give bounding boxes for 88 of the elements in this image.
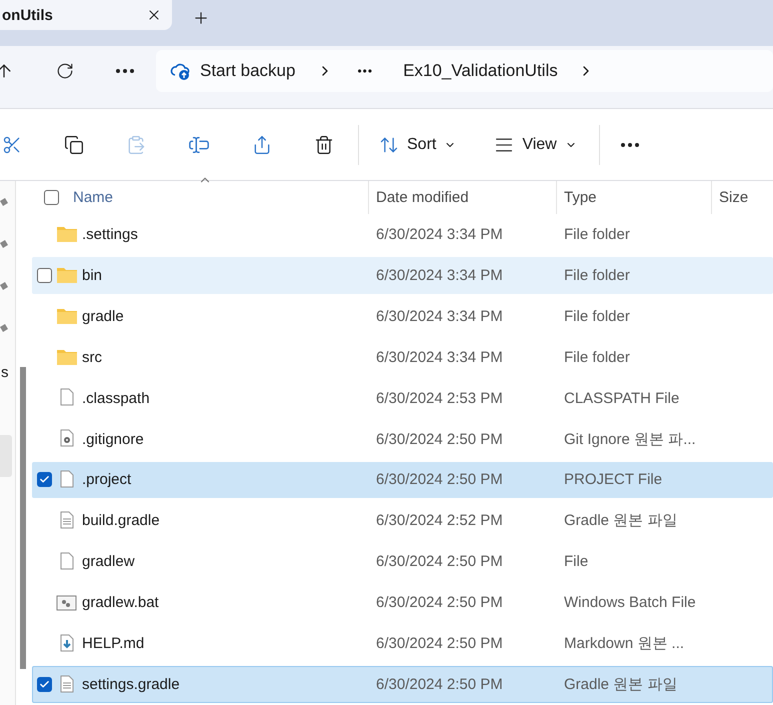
file-row[interactable]: .settings 6/30/2024 3:34 PM File folder <box>32 216 773 253</box>
type-cell-text: CLASSPATH File <box>563 390 680 407</box>
file-name: .gitignore <box>82 430 144 448</box>
file-row[interactable]: .gitignore 6/30/2024 2:50 PM Git Ignore 원본 파... <box>32 420 773 458</box>
sort-button[interactable]: Sort <box>379 134 456 154</box>
file-row[interactable]: gradle 6/30/2024 3:34 PM File folder <box>32 298 773 335</box>
address-bar[interactable]: Start backup ••• Ex10_ValidationUtils <box>156 50 773 92</box>
file-row[interactable]: .project 6/30/2024 2:50 PM PROJECT File <box>32 462 773 498</box>
date-cell-text: 6/30/2024 2:53 PM <box>375 390 504 407</box>
refresh-icon <box>56 62 74 80</box>
row-checkbox[interactable] <box>37 268 52 283</box>
file-name: gradlew.bat <box>82 594 159 612</box>
breadcrumb[interactable]: Start backup <box>200 61 296 81</box>
check-icon <box>39 679 50 690</box>
row-checkbox[interactable] <box>37 677 52 692</box>
file-name: .project <box>82 471 132 488</box>
breadcrumb[interactable]: Ex10_ValidationUtils <box>403 61 558 81</box>
file-row[interactable]: gradlew 6/30/2024 2:50 PM File <box>32 543 773 580</box>
date-cell-text: 6/30/2024 2:50 PM <box>375 635 504 652</box>
folder-icon <box>56 307 78 326</box>
refresh-button[interactable] <box>56 62 74 80</box>
file-name: settings.gradle <box>82 676 180 694</box>
select-all-checkbox[interactable] <box>44 190 59 205</box>
column-header[interactable]: Type <box>564 188 597 206</box>
type-cell-text: File <box>563 553 590 570</box>
browser-tab[interactable]: onUtils <box>0 0 172 30</box>
file-name: .settings <box>82 226 138 243</box>
file-name: .classpath <box>82 390 150 407</box>
type-cell-text: File folder <box>563 226 631 243</box>
file-row[interactable]: build.gradle 6/30/2024 2:52 PM Gradle 원본 파일 <box>32 502 773 540</box>
breadcrumb-ellipsis[interactable]: ••• <box>357 64 374 78</box>
file-name: gradle <box>82 308 124 325</box>
folder-icon <box>56 348 78 366</box>
date-cell-text: 6/30/2024 3:34 PM <box>375 308 504 325</box>
file-row[interactable]: HELP.md 6/30/2024 2:50 PM Markdown 원본 ... <box>32 625 773 662</box>
file-name: src <box>82 348 102 366</box>
column-header[interactable]: Date modified <box>376 188 469 206</box>
file-row[interactable]: settings.gradle 6/30/2024 2:50 PM Gradle 원본 파일 <box>32 666 773 704</box>
file-name: build.gradle <box>82 512 160 530</box>
share-button[interactable] <box>252 134 272 154</box>
nav-label[interactable]: s <box>1 364 8 380</box>
type-cell-text: PROJECT File <box>563 471 664 488</box>
more-button[interactable] <box>620 142 640 146</box>
sort-arrows-icon <box>379 134 399 154</box>
more-icon <box>620 142 640 146</box>
delete-button[interactable] <box>314 134 334 154</box>
file-row[interactable]: src 6/30/2024 3:34 PM File folder <box>32 338 773 376</box>
check-icon <box>39 474 50 486</box>
folder-icon <box>56 266 78 284</box>
view-button[interactable]: View <box>494 134 577 154</box>
scissors-icon <box>2 134 22 154</box>
gears-window-icon <box>56 592 78 613</box>
copy-icon <box>64 134 84 154</box>
trash-icon <box>314 134 334 154</box>
date-cell-text: 6/30/2024 3:34 PM <box>375 266 504 284</box>
type-cell-text: Git Ignore 원본 파... <box>563 430 697 449</box>
column-header[interactable]: Name <box>73 188 114 206</box>
date-cell-text: 6/30/2024 2:50 PM <box>375 553 504 570</box>
file-row[interactable]: bin 6/30/2024 3:34 PM File folder <box>32 256 773 294</box>
date-cell-text: 6/30/2024 2:50 PM <box>375 676 504 694</box>
date-cell-text: 6/30/2024 3:34 PM <box>375 226 504 243</box>
cloud-upload-icon <box>170 61 192 81</box>
type-cell-text: File folder <box>563 266 631 284</box>
file-row[interactable]: .classpath 6/30/2024 2:53 PM CLASSPATH File <box>32 380 773 417</box>
file-name: bin <box>82 266 102 284</box>
date-cell-text: 6/30/2024 2:50 PM <box>375 594 504 612</box>
type-cell-text: Gradle 원본 파일 <box>563 675 678 694</box>
date-cell-text: 6/30/2024 2:50 PM <box>375 430 504 448</box>
clipboard-icon <box>126 134 146 154</box>
type-cell-text: Gradle 원본 파일 <box>563 511 678 530</box>
folder-icon <box>56 225 78 244</box>
type-cell-text: Markdown 원본 ... <box>563 634 686 654</box>
file-name: gradlew <box>82 553 135 570</box>
share-icon <box>252 134 272 154</box>
date-cell-text: 6/30/2024 2:52 PM <box>375 512 504 530</box>
more-icon <box>116 69 134 73</box>
type-cell-text: Windows Batch File <box>563 594 697 612</box>
cut-button[interactable] <box>2 134 22 154</box>
type-cell-text: File folder <box>563 308 631 325</box>
file-row[interactable]: gradlew.bat 6/30/2024 2:50 PM Windows Batch File <box>32 584 773 622</box>
row-checkbox[interactable] <box>37 472 52 488</box>
date-cell-text: 6/30/2024 2:50 PM <box>375 471 504 488</box>
type-cell-text: File folder <box>563 348 631 366</box>
file-name: HELP.md <box>82 635 144 652</box>
column-header[interactable]: Size <box>719 188 748 206</box>
copy-button[interactable] <box>64 134 84 154</box>
date-cell-text: 6/30/2024 3:34 PM <box>375 348 504 366</box>
more-button[interactable] <box>116 69 134 73</box>
